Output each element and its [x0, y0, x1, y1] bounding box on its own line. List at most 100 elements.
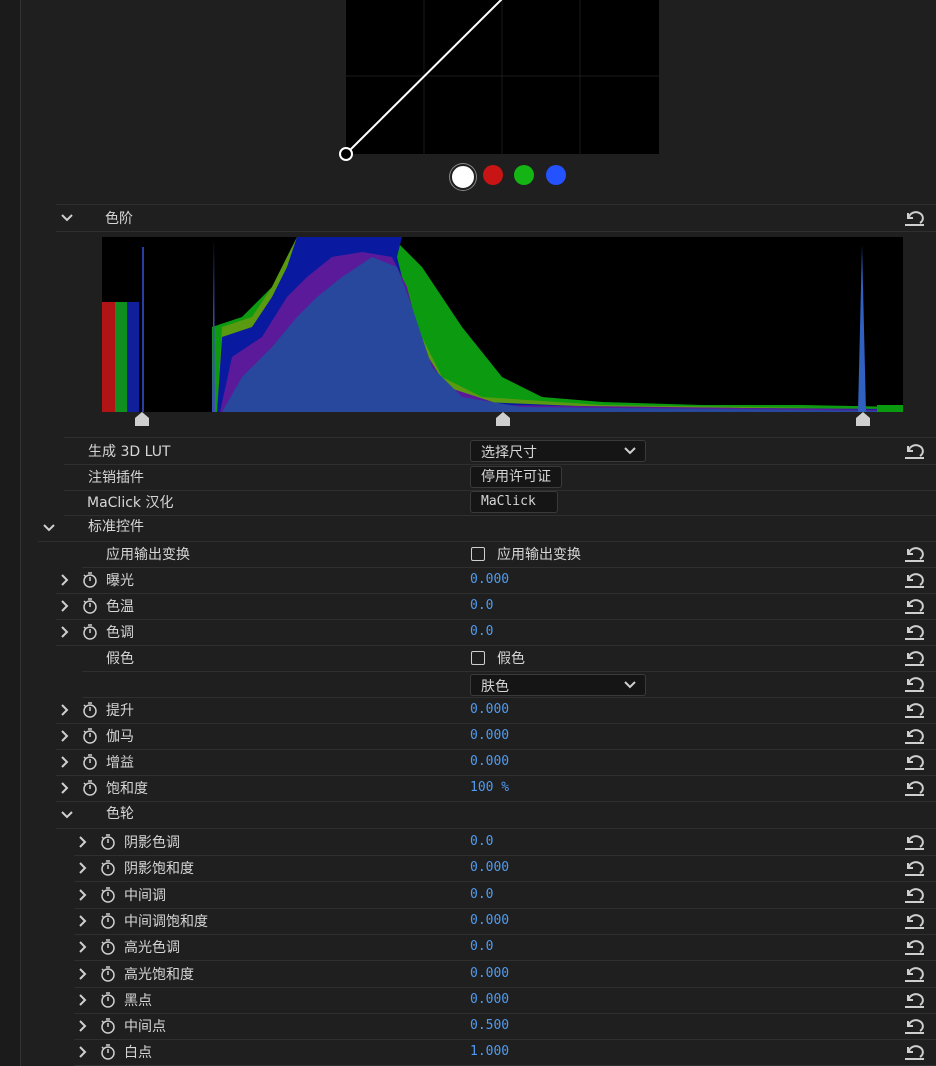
chevron-right-icon[interactable] [58, 599, 72, 613]
chevron-right-icon[interactable] [76, 835, 90, 849]
chevron-right-icon[interactable] [76, 888, 90, 902]
reset-icon[interactable] [904, 965, 926, 983]
stopwatch-icon[interactable] [100, 860, 116, 877]
param-value[interactable]: 0.500 [470, 1018, 509, 1033]
param-value[interactable]: 0.0 [470, 887, 493, 902]
chevron-right-icon[interactable] [58, 755, 72, 769]
reset-icon[interactable] [904, 442, 926, 460]
param-row: 色调 0.0 [56, 619, 936, 646]
reset-icon[interactable] [904, 991, 926, 1009]
reset-icon[interactable] [904, 912, 926, 930]
reset-icon[interactable] [904, 833, 926, 851]
chevron-right-icon[interactable] [76, 861, 90, 875]
reset-icon[interactable] [904, 701, 926, 719]
param-value[interactable]: 0.000 [470, 913, 509, 928]
reset-icon[interactable] [904, 675, 926, 693]
reset-icon[interactable] [904, 1017, 926, 1035]
reset-icon[interactable] [904, 859, 926, 877]
param-value[interactable]: 0.000 [470, 754, 509, 769]
stopwatch-icon[interactable] [100, 1044, 116, 1061]
deactivate-license-button[interactable]: 停用许可证 [470, 466, 562, 488]
stopwatch-icon[interactable] [82, 754, 98, 770]
channel-red-dot[interactable] [483, 165, 503, 185]
chevron-right-icon[interactable] [76, 1045, 90, 1059]
chevron-down-icon [624, 681, 636, 689]
reset-icon[interactable] [904, 938, 926, 956]
param-value[interactable]: 1.000 [470, 1044, 509, 1059]
reset-icon[interactable] [904, 779, 926, 797]
color-wheels-header[interactable]: 色轮 [56, 802, 936, 829]
curve-black-point-handle[interactable] [339, 147, 353, 161]
chevron-right-icon[interactable] [76, 914, 90, 928]
reset-icon[interactable] [904, 649, 926, 667]
stopwatch-icon[interactable] [82, 572, 98, 588]
param-row: 中间点 0.500 [74, 1013, 936, 1041]
reset-icon[interactable] [904, 727, 926, 745]
param-value[interactable]: 100 % [470, 780, 509, 795]
param-value[interactable]: 0.0 [470, 939, 493, 954]
chevron-right-icon[interactable] [58, 573, 72, 587]
reset-icon[interactable] [904, 545, 926, 563]
channel-blue-dot[interactable] [546, 165, 566, 185]
stopwatch-icon[interactable] [82, 728, 98, 744]
standard-controls-header[interactable]: 标准控件 [38, 515, 936, 542]
stopwatch-icon[interactable] [82, 780, 98, 796]
param-value[interactable]: 0.0 [470, 598, 493, 613]
maclick-button[interactable]: MaClick [470, 491, 558, 513]
midpoint-slider-handle[interactable] [495, 412, 511, 428]
stopwatch-icon[interactable] [100, 992, 116, 1008]
param-value[interactable]: 0.0 [470, 624, 493, 639]
param-value[interactable]: 0.000 [470, 702, 509, 717]
chevron-right-icon[interactable] [76, 967, 90, 981]
levels-histogram[interactable] [102, 237, 903, 412]
param-label: 高光饱和度 [124, 966, 194, 983]
output-transform-label: 应用输出变换 [106, 547, 190, 563]
chevron-right-icon[interactable] [76, 1019, 90, 1033]
channel-green-dot[interactable] [514, 165, 534, 185]
stopwatch-icon[interactable] [100, 939, 116, 955]
reset-icon[interactable] [904, 623, 926, 641]
stopwatch-icon[interactable] [100, 1018, 116, 1034]
false-color-checkbox[interactable] [471, 651, 485, 665]
stopwatch-icon[interactable] [100, 834, 116, 850]
chevron-right-icon[interactable] [58, 729, 72, 743]
stopwatch-icon[interactable] [82, 702, 98, 718]
reset-icon[interactable] [904, 209, 926, 227]
curve-graph[interactable] [339, 0, 659, 161]
stopwatch-icon[interactable] [100, 913, 116, 929]
chevron-down-icon[interactable] [60, 211, 74, 225]
stopwatch-icon[interactable] [100, 886, 116, 903]
chevron-right-icon[interactable] [58, 703, 72, 717]
chevron-right-icon[interactable] [58, 781, 72, 795]
reset-icon[interactable] [904, 753, 926, 771]
param-value[interactable]: 0.000 [470, 966, 509, 981]
reset-icon[interactable] [904, 886, 926, 904]
chevron-right-icon[interactable] [58, 625, 72, 639]
chevron-right-icon[interactable] [76, 940, 90, 954]
param-value[interactable]: 0.000 [470, 728, 509, 743]
channel-white-dot[interactable] [450, 164, 476, 190]
stopwatch-icon[interactable] [82, 598, 98, 614]
reset-icon[interactable] [904, 1043, 926, 1061]
lut-size-dropdown[interactable]: 选择尺寸 [470, 440, 646, 462]
chevron-right-icon[interactable] [76, 993, 90, 1007]
stopwatch-icon[interactable] [82, 624, 98, 640]
chevron-down-icon[interactable] [60, 808, 74, 822]
param-value[interactable]: 0.000 [470, 572, 509, 587]
curve-line [345, 0, 503, 155]
param-value[interactable]: 0.0 [470, 834, 493, 849]
levels-header[interactable]: 色阶 [56, 204, 936, 232]
param-value[interactable]: 0.000 [470, 860, 509, 875]
param-value[interactable]: 0.000 [470, 992, 509, 1007]
chevron-down-icon[interactable] [42, 521, 56, 535]
stopwatch-icon[interactable] [100, 965, 116, 982]
chevron-down-icon [624, 447, 636, 455]
reset-icon[interactable] [904, 571, 926, 589]
param-row: 中间调 0.0 [74, 882, 936, 909]
reset-icon[interactable] [904, 597, 926, 615]
false-color-mode-dropdown[interactable]: 肤色 [470, 674, 646, 696]
black-point-slider-handle[interactable] [134, 412, 150, 428]
white-point-slider-handle[interactable] [855, 412, 871, 428]
output-transform-checkbox[interactable] [471, 547, 485, 561]
false-color-checkbox-label: 假色 [497, 651, 525, 667]
